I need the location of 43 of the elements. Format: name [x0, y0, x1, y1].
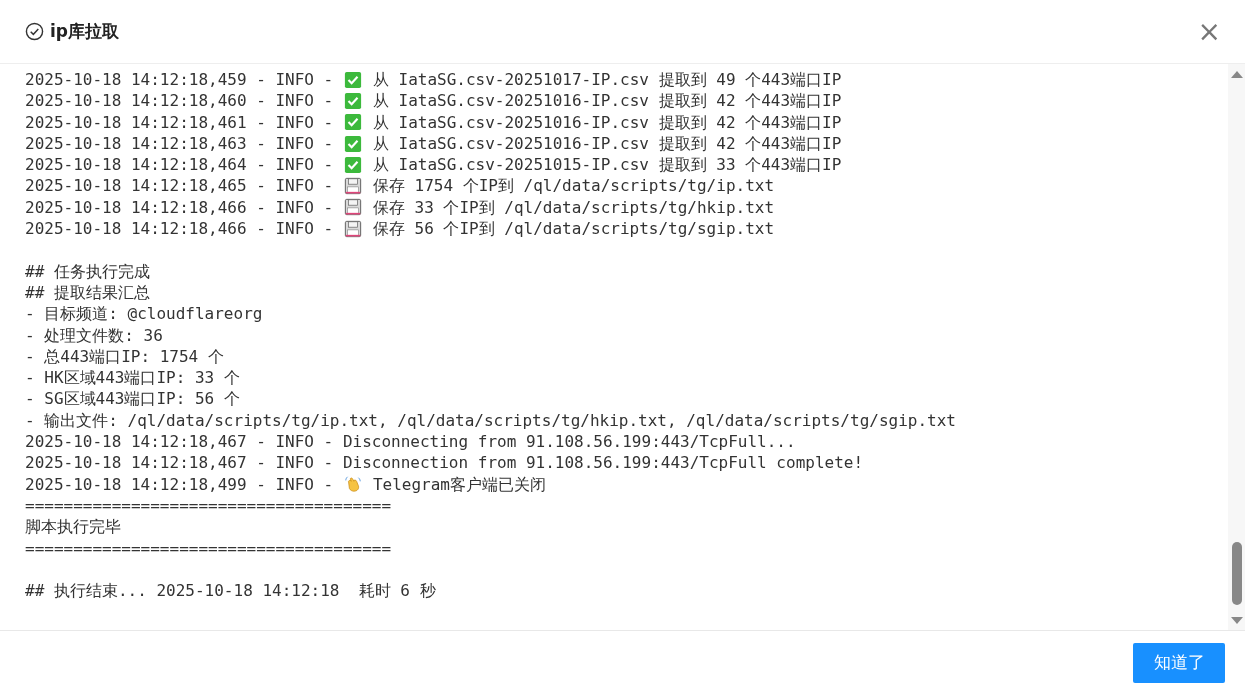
log-message: 从 IataSG.csv-20251015-IP.csv 提取到 33 个443端口IP	[372, 154, 842, 176]
log-message: 保存 56 个IP到 /ql/data/scripts/tg/sgip.txt	[372, 218, 775, 240]
check-icon	[343, 91, 362, 110]
check-icon	[343, 134, 362, 153]
log-prefix: 2025-10-18 14:12:18,463 - INFO -	[25, 132, 335, 155]
log-line: - 总443端口IP: 1754 个	[25, 345, 224, 368]
log-prefix: 2025-10-18 14:12:18,460 - INFO -	[25, 90, 335, 112]
log-message: 从 IataSG.csv-20251016-IP.csv 提取到 42 个443端口IP	[372, 132, 842, 155]
close-button[interactable]: ×	[1197, 17, 1221, 46]
log-message: 从 IataSG.csv-20251016-IP.csv 提取到 42 个443端口IP	[372, 90, 842, 112]
check-icon	[343, 113, 362, 132]
log-prefix: 2025-10-18 14:12:18,459 - INFO -	[25, 69, 335, 91]
log-line: 脚本执行完毕	[25, 516, 121, 538]
waving-hand-icon	[343, 475, 362, 494]
log-message: 从 IataSG.csv-20251016-IP.csv 提取到 42 个443端口IP	[372, 111, 842, 133]
log-line: ## 执行结束... 2025-10-18 14:12:18 耗时 6 秒	[25, 580, 436, 602]
log-line: ======================================	[25, 537, 392, 559]
log-message: 从 IataSG.csv-20251017-IP.csv 提取到 49 个443端口IP	[372, 69, 842, 91]
check-circle-icon	[25, 22, 44, 41]
log-line: ## 提取结果汇总	[25, 281, 150, 304]
log-prefix: 2025-10-18 14:12:18,461 - INFO -	[25, 111, 335, 133]
log-line: - SG区域443端口IP: 56 个	[25, 388, 240, 410]
log-line: ## 任务执行完成	[25, 260, 150, 282]
log-line: - 输出文件: /ql/data/scripts/tg/ip.txt, /ql/data/scripts/tg/hkip.txt, /ql/data/scripts/tg/sgip.txt	[25, 409, 956, 432]
log-prefix: 2025-10-18 14:12:18,464 - INFO -	[25, 154, 335, 176]
check-icon	[343, 155, 362, 174]
scrollbar[interactable]	[1228, 64, 1245, 630]
log-line: 2025-10-18 14:12:18,467 - INFO - Disconnection from 91.108.56.199:443/TcpFull complete!	[25, 452, 864, 474]
log-message: 保存 1754 个IP到 /ql/data/scripts/tg/ip.txt	[372, 175, 775, 197]
log-prefix: 2025-10-18 14:12:18,499 - INFO -	[25, 473, 335, 495]
log-prefix: 2025-10-18 14:12:18,466 - INFO -	[25, 218, 335, 240]
dialog-title: ip库拉取	[50, 20, 119, 43]
log-line: - 目标频道: @cloudflareorg	[25, 303, 263, 325]
confirm-button[interactable]: 知道了	[1133, 642, 1225, 683]
log-prefix: 2025-10-18 14:12:18,466 - INFO -	[25, 196, 335, 219]
log-line: - 处理文件数: 36	[25, 324, 163, 346]
log-line: 2025-10-18 14:12:18,467 - INFO - Disconnecting from 91.108.56.199:443/TcpFull...	[25, 431, 796, 453]
log-line: - HK区域443端口IP: 33 个	[25, 367, 240, 389]
log-prefix: 2025-10-18 14:12:18,465 - INFO -	[25, 175, 335, 197]
log-message: Telegram客户端已关闭	[372, 473, 546, 495]
log-message: 保存 33 个IP到 /ql/data/scripts/tg/hkip.txt	[372, 196, 775, 219]
check-icon	[343, 70, 362, 89]
log-line: ======================================	[25, 494, 392, 517]
